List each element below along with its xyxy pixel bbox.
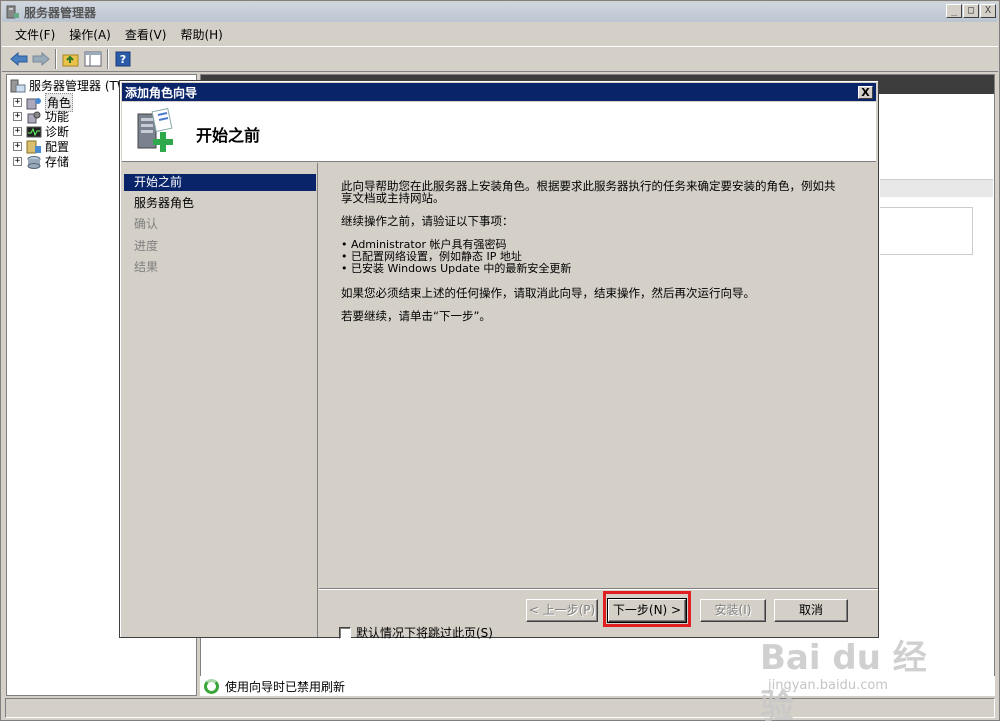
show-hide-tree-icon[interactable] xyxy=(82,48,104,70)
expand-icon[interactable]: + xyxy=(13,127,22,136)
menu-bar: 文件(F) 操作(A) 查看(V) 帮助(H) xyxy=(2,24,998,45)
expand-icon[interactable]: + xyxy=(13,157,22,166)
add-roles-wizard-dialog: 添加角色向导 X 开始之前 开始之前 服务器角色 确认 进度 结果 此向导帮助您… xyxy=(119,80,879,640)
help-glyph: ? xyxy=(120,53,126,66)
tree-item-storage[interactable]: + 存储 xyxy=(13,153,69,170)
window-titlebar[interactable]: 服务器管理器 _ □ X xyxy=(2,2,998,22)
server-manager-icon xyxy=(10,79,26,93)
baidu-watermark: Bai du 经验 jingyan.baidu.com xyxy=(760,612,960,721)
wizard-step-server-roles[interactable]: 服务器角色 xyxy=(122,195,316,212)
wizard-content: 此向导帮助您在此服务器上安装角色。根据要求此服务器执行的任务来确定要安装的角色，… xyxy=(319,163,878,640)
server-manager-icon xyxy=(6,5,20,19)
details-section-box xyxy=(880,207,973,255)
watermark-url: jingyan.baidu.com xyxy=(768,678,888,693)
verify-heading: 继续操作之前，请验证以下事项： xyxy=(341,214,514,228)
maximize-button[interactable]: □ xyxy=(963,4,979,18)
expand-icon[interactable]: + xyxy=(13,98,22,107)
skip-page-checkbox-row[interactable]: 默认情况下将跳过此页(S) xyxy=(339,624,493,641)
back-arrow-icon[interactable] xyxy=(8,48,30,70)
refresh-status-text: 使用向导时已禁用刷新 xyxy=(225,679,346,694)
menu-file[interactable]: 文件(F) xyxy=(8,26,62,43)
storage-icon xyxy=(26,155,42,169)
if-not-text: 如果您必须结束上述的任何操作，请取消此向导，结束操作，然后再次运行向导。 xyxy=(341,286,755,300)
skip-page-label: 默认情况下将跳过此页(S) xyxy=(356,626,493,640)
refresh-icon xyxy=(204,678,219,694)
toolbar-separator xyxy=(55,49,57,69)
menu-view[interactable]: 查看(V) xyxy=(118,26,174,43)
dialog-header: 开始之前 xyxy=(122,102,876,162)
previous-button[interactable]: < 上一步(P) xyxy=(526,599,598,622)
watermark-logo-text: Bai du 经验 xyxy=(760,638,927,721)
features-icon xyxy=(26,110,42,124)
expand-icon[interactable]: + xyxy=(13,112,22,121)
expand-icon[interactable]: + xyxy=(13,142,22,151)
wizard-steps-nav: 开始之前 服务器角色 确认 进度 结果 xyxy=(122,163,318,637)
dialog-title: 添加角色向导 xyxy=(125,85,198,100)
menu-action[interactable]: 操作(A) xyxy=(62,26,118,43)
diagnostics-icon xyxy=(26,125,42,139)
verify-list: • Administrator 帐户具有强密码 • 已配置网络设置，例如静态 I… xyxy=(341,239,571,275)
skip-page-checkbox[interactable] xyxy=(339,626,351,639)
window-title: 服务器管理器 xyxy=(24,5,97,20)
help-icon[interactable]: ? xyxy=(112,48,134,70)
menu-help[interactable]: 帮助(H) xyxy=(173,26,229,43)
minimize-button[interactable]: _ xyxy=(946,4,962,18)
list-item: • 已安装 Windows Update 中的最新安全更新 xyxy=(341,262,572,275)
continue-text: 若要继续，请单击“下一步”。 xyxy=(341,309,491,323)
add-role-server-icon xyxy=(134,107,180,158)
up-folder-icon[interactable] xyxy=(60,48,82,70)
wizard-step-before-you-begin[interactable]: 开始之前 xyxy=(124,174,316,191)
wizard-step-progress: 进度 xyxy=(134,239,159,253)
dialog-close-button[interactable]: X xyxy=(858,86,873,99)
tree-item-label: 存储 xyxy=(45,155,70,169)
install-button[interactable]: 安装(I) xyxy=(700,599,766,622)
configuration-icon xyxy=(26,140,42,154)
forward-arrow-icon[interactable] xyxy=(30,48,52,70)
wizard-step-results: 结果 xyxy=(134,260,159,274)
wizard-step-confirmation: 确认 xyxy=(134,217,159,231)
toolbar: ? xyxy=(2,46,998,72)
close-button[interactable]: X xyxy=(980,4,996,18)
next-button-highlight xyxy=(603,591,691,627)
button-separator xyxy=(319,588,878,590)
dialog-header-title: 开始之前 xyxy=(196,126,261,145)
dialog-titlebar[interactable]: 添加角色向导 X xyxy=(122,83,876,101)
details-section-band xyxy=(880,179,993,197)
intro-line-2: 享文档或主持网站。 xyxy=(341,191,445,205)
toolbar-separator xyxy=(107,49,109,69)
